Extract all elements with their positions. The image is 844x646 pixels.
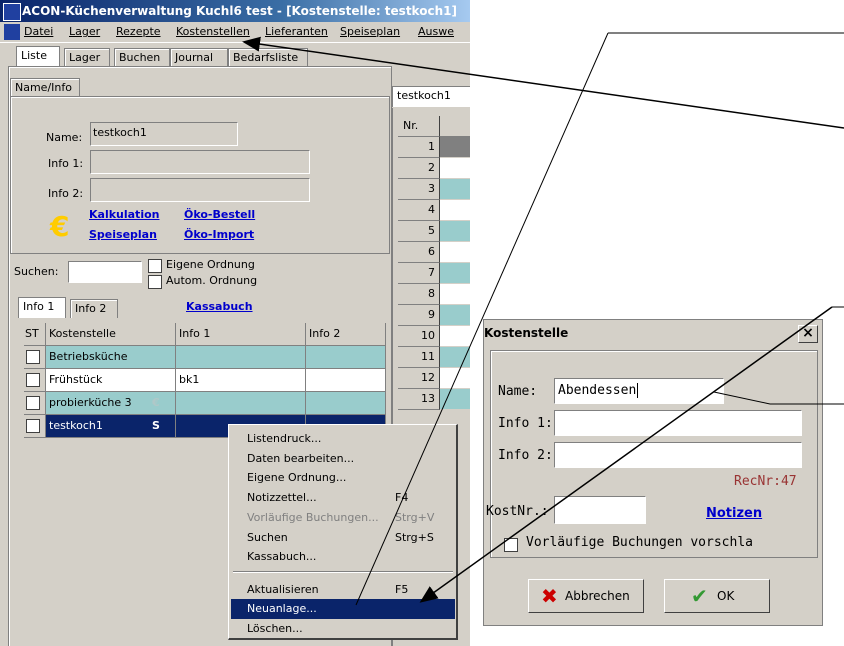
arrow-to-neuanlage	[419, 306, 833, 603]
annotation-line-name	[713, 391, 771, 405]
annotation-line-left	[355, 32, 609, 606]
annotation-arrows	[242, 32, 844, 606]
arrow-to-kostenstellen-menu	[242, 36, 844, 129]
